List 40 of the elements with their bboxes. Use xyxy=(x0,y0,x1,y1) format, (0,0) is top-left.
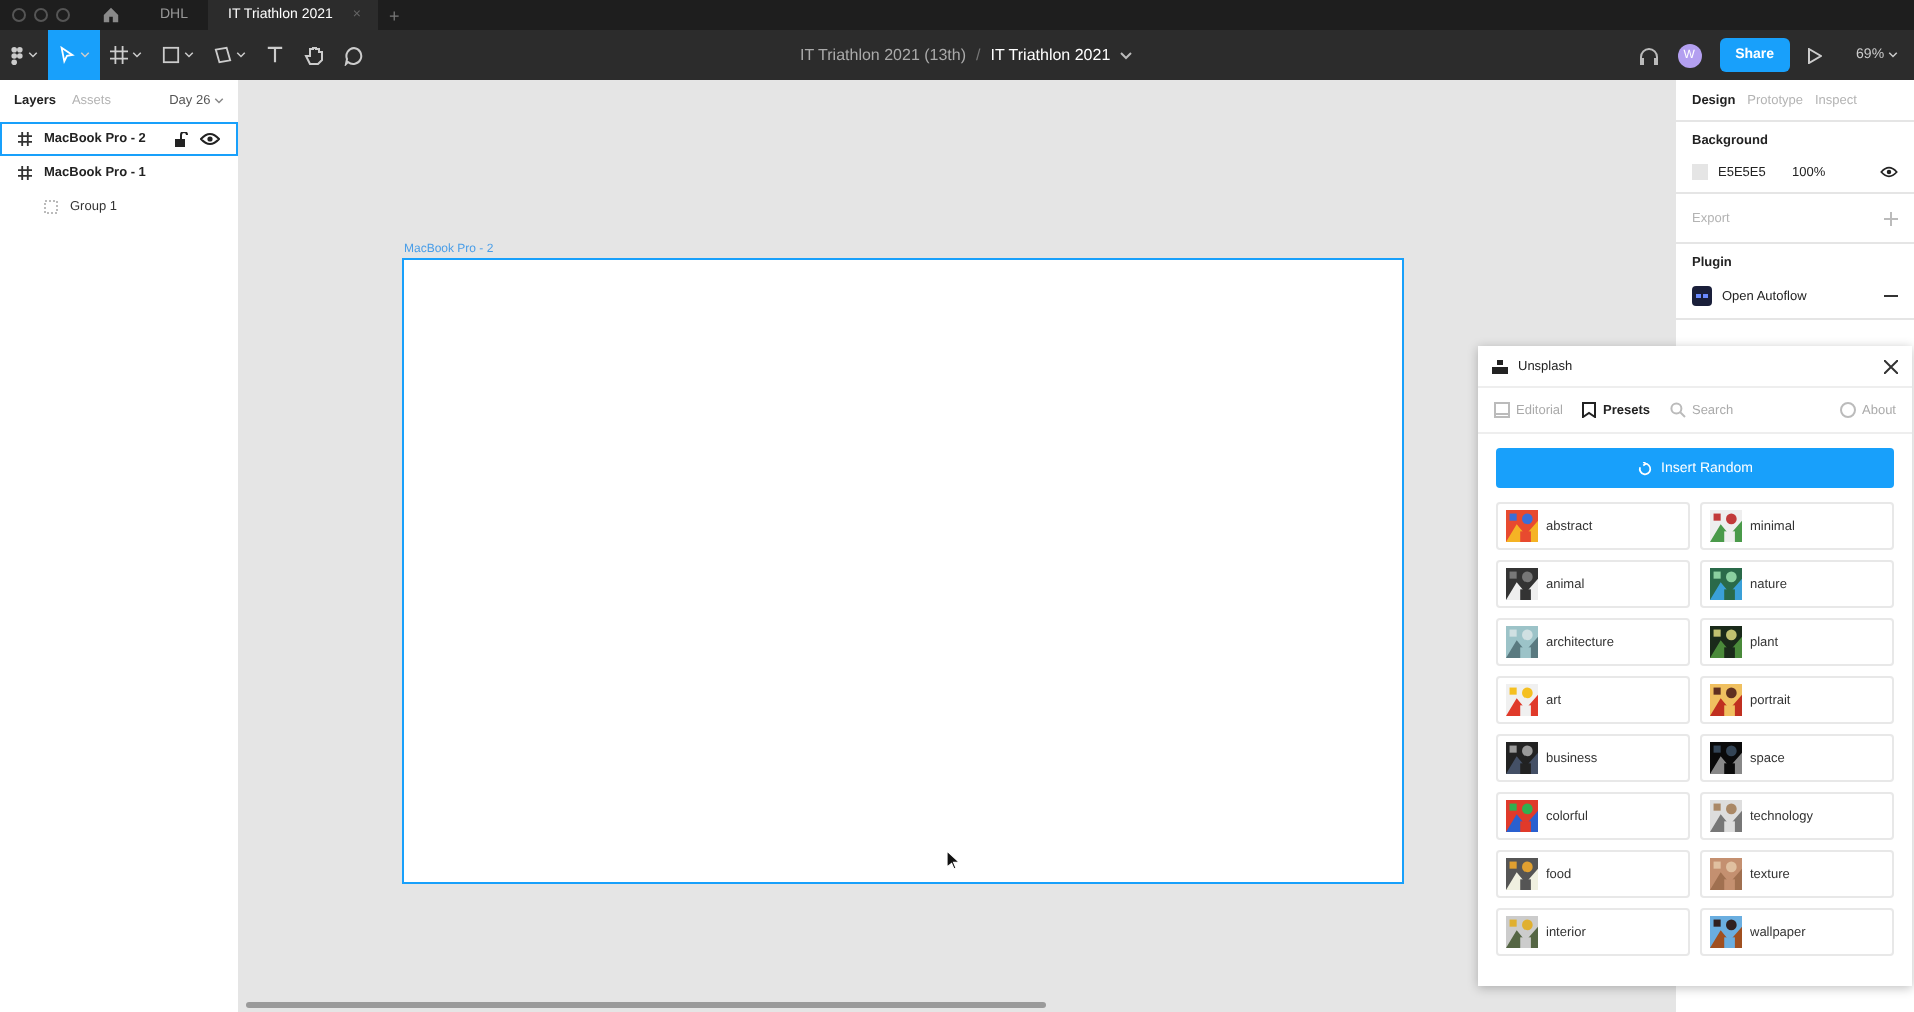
eye-icon[interactable] xyxy=(1880,166,1898,178)
close-icon[interactable] xyxy=(1884,359,1898,373)
new-tab-button[interactable]: + xyxy=(389,5,400,25)
refresh-icon xyxy=(1637,461,1652,475)
headphones-icon[interactable] xyxy=(1637,45,1660,65)
frame-icon xyxy=(18,132,32,146)
cursor-icon xyxy=(946,850,960,870)
comment-icon xyxy=(344,45,364,65)
breadcrumb-separator: / xyxy=(976,46,981,64)
file-name[interactable]: IT Triathlon 2021 xyxy=(990,46,1111,64)
chevron-down-icon xyxy=(214,98,224,104)
chevron-down-icon xyxy=(1888,52,1898,58)
frame-icon xyxy=(18,166,32,180)
chevron-down-icon[interactable] xyxy=(1120,51,1133,59)
pointer-icon xyxy=(58,46,76,64)
chevron-down-icon xyxy=(236,52,246,58)
text-icon xyxy=(266,46,284,64)
scrollbar[interactable] xyxy=(246,1002,1046,1008)
help-icon xyxy=(1840,402,1856,418)
image-icon xyxy=(1494,402,1510,418)
play-icon[interactable] xyxy=(1808,47,1823,63)
lock-icon[interactable] xyxy=(174,131,188,147)
hand-icon xyxy=(304,45,324,65)
camera-icon xyxy=(1492,359,1508,373)
grid-icon xyxy=(110,46,128,64)
bookmark-icon xyxy=(1582,402,1597,418)
chevron-down-icon xyxy=(80,52,90,58)
group-icon xyxy=(44,200,58,214)
plugin-icon xyxy=(1692,286,1712,306)
project-name[interactable]: IT Triathlon 2021 (13th) xyxy=(800,46,967,64)
eye-icon[interactable] xyxy=(200,132,220,146)
home-icon[interactable] xyxy=(102,6,120,24)
logo-icon xyxy=(10,45,24,65)
chevron-down-icon xyxy=(28,52,38,58)
square-icon xyxy=(162,46,180,64)
search-icon xyxy=(1669,402,1686,418)
color-swatch[interactable] xyxy=(1692,164,1708,180)
chevron-down-icon xyxy=(184,52,194,58)
minus-icon[interactable] xyxy=(1884,294,1898,298)
chevron-down-icon xyxy=(132,52,142,58)
